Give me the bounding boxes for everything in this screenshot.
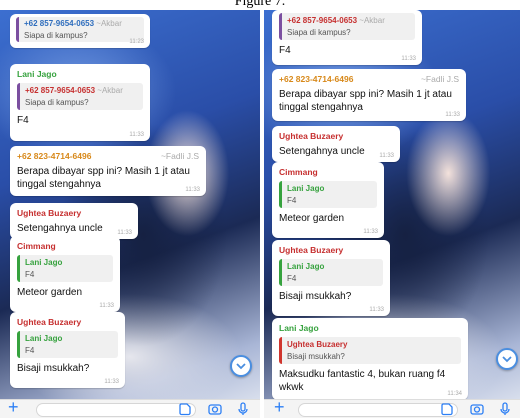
sender-name: Ughtea Buzaery — [17, 208, 82, 218]
message-bubble[interactable]: +62 823-4714-6496 ~Fadli J.S Berapa diba… — [10, 146, 206, 196]
quoted-text: F4 — [25, 270, 35, 279]
quoted-sender: +62 857-9654-0653 ~Akbar — [25, 86, 123, 95]
message-time: 11:33 — [104, 379, 119, 385]
camera-icon[interactable] — [208, 402, 222, 416]
message-bubble[interactable]: Ughtea Buzaery Lani Jago F4 Bisaji msukk… — [10, 312, 125, 388]
composer-bar-right: + — [264, 397, 520, 418]
message-bubble[interactable]: Ughtea Buzaery Lani Jago F4 Bisaji msukk… — [272, 240, 390, 316]
message-text: Meteor garden — [279, 213, 345, 224]
scroll-down-button[interactable] — [230, 355, 252, 377]
message-bubble[interactable]: +62 857-9654-0653 ~Akbar Siapa di kampus… — [10, 14, 150, 48]
quoted-text: F4 — [25, 346, 35, 355]
message-time: 11:33 — [185, 187, 200, 193]
quoted-message[interactable]: +62 857-9654-0653 ~Akbar Siapa di kampus… — [279, 13, 415, 40]
chat-panel-left: +62 857-9654-0653 ~Akbar Siapa di kampus… — [0, 10, 260, 418]
sticker-icon[interactable] — [440, 402, 454, 416]
sender-name: Lani Jago — [17, 69, 57, 79]
message-time: 11:33 — [363, 229, 378, 235]
quoted-message[interactable]: +62 857-9654-0653 ~Akbar Siapa di kampus… — [16, 17, 144, 42]
message-text: Meteor garden — [17, 287, 83, 298]
plus-icon[interactable]: + — [274, 397, 285, 417]
plus-icon[interactable]: + — [8, 397, 19, 417]
message-text: Bisaji msukkah? — [279, 291, 352, 302]
message-time: 11:34 — [447, 391, 462, 397]
sender-name: +62 823-4714-6496 ~Fadli J.S — [17, 151, 199, 161]
quoted-text: F4 — [287, 196, 297, 205]
quoted-message[interactable]: Ughtea Buzaery Bisaji msukkah? — [279, 337, 461, 364]
quoted-text: Siapa di kampus? — [287, 28, 351, 37]
sender-name: Cimmang — [17, 241, 56, 251]
message-time: 11:33 — [129, 132, 144, 138]
microphone-icon[interactable] — [498, 402, 512, 416]
message-text: F4 — [279, 45, 291, 56]
quoted-sender: +62 857-9654-0653 ~Akbar — [287, 16, 385, 25]
message-time: 11:33 — [445, 112, 460, 118]
quoted-text: F4 — [287, 274, 297, 283]
message-time: 11:33 — [401, 56, 416, 62]
microphone-icon[interactable] — [236, 402, 250, 416]
sender-name: Cimmang — [279, 167, 318, 177]
composer-bar-left: + — [0, 397, 260, 418]
quoted-message[interactable]: Lani Jago F4 — [17, 331, 118, 358]
sender-name: +62 823-4714-6496 ~Fadli J.S — [279, 74, 459, 84]
chevron-down-icon — [236, 363, 246, 370]
message-time: 11:33 — [369, 307, 384, 313]
figure-caption-text: Figure 7. — [234, 0, 286, 9]
sender-name: Ughtea Buzaery — [279, 245, 344, 255]
quoted-sender: Lani Jago — [25, 258, 63, 267]
message-text: Setengahnya uncle — [17, 223, 103, 234]
chat-panel-right: +62 857-9654-0653 ~Akbar Siapa di kampus… — [264, 10, 520, 418]
scroll-down-button[interactable] — [496, 348, 518, 370]
message-bubble[interactable]: Cimmang Lani Jago F4 Meteor garden 11:33 — [10, 236, 120, 312]
message-time: 11:33 — [99, 303, 114, 309]
message-bubble[interactable]: Lani Jago +62 857-9654-0653 ~Akbar Siapa… — [10, 64, 150, 141]
message-time: 11:33 — [379, 153, 394, 159]
sender-name: Ughtea Buzaery — [17, 317, 82, 327]
quoted-sender: Lani Jago — [287, 262, 325, 271]
message-text: Berapa dibayar spp ini? Masih 1 jt atau … — [279, 89, 452, 113]
quoted-message[interactable]: Lani Jago F4 — [279, 259, 383, 286]
quoted-text: Siapa di kampus? — [25, 98, 89, 107]
message-input[interactable] — [298, 403, 458, 417]
sticker-icon[interactable] — [178, 402, 192, 416]
message-bubble[interactable]: +62 857-9654-0653 ~Akbar Siapa di kampus… — [272, 10, 422, 65]
message-bubble[interactable]: Cimmang Lani Jago F4 Meteor garden 11:33 — [272, 162, 384, 238]
message-bubble[interactable]: Ughtea Buzaery Setengahnya uncle 11:33 — [272, 126, 400, 162]
quoted-sender: Lani Jago — [287, 184, 325, 193]
quoted-sender: +62 857-9654-0653 ~Akbar — [24, 19, 122, 28]
message-text: Setengahnya uncle — [279, 146, 365, 157]
quoted-text: Siapa di kampus? — [24, 31, 88, 40]
sender-name: Lani Jago — [279, 323, 319, 333]
chevron-down-icon — [502, 356, 512, 363]
quoted-sender: Ughtea Buzaery — [287, 340, 348, 349]
message-bubble[interactable]: +62 823-4714-6496 ~Fadli J.S Berapa diba… — [272, 69, 466, 121]
message-text: F4 — [17, 115, 29, 126]
message-time: 11:23 — [129, 39, 144, 45]
quoted-message[interactable]: Lani Jago F4 — [279, 181, 377, 208]
quoted-sender: Lani Jago — [25, 334, 63, 343]
message-input[interactable] — [36, 403, 196, 417]
camera-icon[interactable] — [470, 402, 484, 416]
quoted-text: Bisaji msukkah? — [287, 352, 345, 361]
quoted-message[interactable]: Lani Jago F4 — [17, 255, 113, 282]
quoted-message[interactable]: +62 857-9654-0653 ~Akbar Siapa di kampus… — [17, 83, 143, 110]
message-text: Maksudku fantastic 4, bukan ruang f4 wkw… — [279, 369, 446, 393]
message-text: Berapa dibayar spp ini? Masih 1 jt atau … — [17, 166, 190, 190]
sender-name: Ughtea Buzaery — [279, 131, 344, 141]
message-bubble[interactable]: Lani Jago Ughtea Buzaery Bisaji msukkah?… — [272, 318, 468, 400]
message-text: Bisaji msukkah? — [17, 363, 90, 374]
message-bubble[interactable]: Ughtea Buzaery Setengahnya uncle 11:33 — [10, 203, 138, 239]
message-time: 11:33 — [117, 230, 132, 236]
